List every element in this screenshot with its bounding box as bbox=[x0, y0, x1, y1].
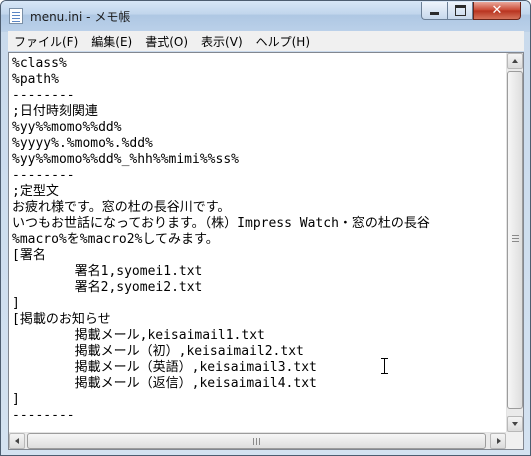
text-line: ;日付時刻関連 bbox=[12, 104, 98, 119]
horizontal-scrollbar[interactable] bbox=[9, 432, 506, 449]
arrow-right-icon bbox=[497, 438, 501, 444]
arrow-down-icon bbox=[512, 422, 518, 426]
text-editor[interactable]: %class% %path% -------- ;日付時刻関連 %yy%%momo%%d… bbox=[8, 52, 524, 450]
text-cursor-icon bbox=[381, 358, 388, 374]
arrow-up-icon bbox=[512, 59, 518, 63]
maximize-button[interactable] bbox=[447, 2, 473, 20]
menu-file[interactable]: ファイル(F) bbox=[8, 33, 85, 50]
text-line: 掲載メール（返信）,keisaimail4.txt bbox=[12, 376, 317, 391]
text-line: [掲載のお知らせ bbox=[12, 312, 111, 327]
maximize-icon bbox=[454, 5, 466, 16]
window-title: menu.ini - メモ帳 bbox=[30, 10, 131, 24]
text-line: ;定型文 bbox=[12, 184, 59, 199]
vertical-scroll-thumb[interactable] bbox=[507, 71, 523, 409]
close-button[interactable]: ✕ bbox=[473, 2, 521, 20]
menu-view[interactable]: 表示(V) bbox=[195, 33, 250, 50]
scroll-down-button[interactable] bbox=[507, 416, 523, 432]
text-line: ] bbox=[12, 392, 20, 407]
menu-edit[interactable]: 編集(E) bbox=[85, 33, 139, 50]
text-content[interactable]: %class% %path% -------- ;日付時刻関連 %yy%%momo%%d… bbox=[9, 53, 506, 432]
text-line: いつもお世話になっております。（株）Impress Watch・窓の杜の長谷 bbox=[12, 216, 430, 231]
scroll-right-button[interactable] bbox=[490, 433, 506, 449]
text-line: %macro%を%macro2%してみます。 bbox=[12, 232, 219, 247]
horizontal-scroll-thumb[interactable] bbox=[27, 433, 486, 449]
menu-help[interactable]: ヘルプ(H) bbox=[250, 33, 317, 50]
text-line: %yyyy%.%momo%.%dd% bbox=[12, 136, 153, 151]
text-line: -------- bbox=[12, 88, 75, 103]
minimize-button[interactable] bbox=[421, 2, 447, 20]
vertical-scrollbar[interactable] bbox=[506, 53, 523, 432]
text-line: ] bbox=[12, 296, 20, 311]
close-icon: ✕ bbox=[491, 3, 503, 18]
text-line: 署名2,syomei2.txt bbox=[12, 280, 203, 295]
text-line: お疲れ様です。窓の杜の長谷川です。 bbox=[12, 200, 231, 215]
text-line: 署名1,syomei1.txt bbox=[12, 264, 203, 279]
scrollbar-corner bbox=[506, 432, 523, 449]
notepad-window: menu.ini - メモ帳 ✕ ファイル(F) 編集(E) 書式(O) 表示(… bbox=[0, 0, 531, 456]
text-line: 掲載メール（初）,keisaimail2.txt bbox=[12, 344, 304, 359]
scroll-left-button[interactable] bbox=[9, 433, 25, 449]
text-line: %yy%%momo%%dd% bbox=[12, 120, 122, 135]
arrow-left-icon bbox=[15, 438, 19, 444]
menu-bar: ファイル(F) 編集(E) 書式(O) 表示(V) ヘルプ(H) bbox=[8, 31, 524, 51]
text-line: -------- bbox=[12, 168, 75, 183]
text-line: 掲載メール,keisaimail1.txt bbox=[12, 328, 265, 343]
menu-format[interactable]: 書式(O) bbox=[139, 33, 195, 50]
minimize-icon bbox=[430, 12, 439, 15]
text-line: 掲載メール（英語）,keisaimail3.txt bbox=[12, 360, 317, 375]
text-line: %yy%%momo%%dd%_%hh%%mimi%%ss% bbox=[12, 152, 239, 167]
scroll-up-button[interactable] bbox=[507, 53, 523, 69]
text-line: -------- bbox=[12, 408, 75, 423]
text-line: [署名 bbox=[12, 248, 46, 263]
text-line: %path% bbox=[12, 72, 59, 87]
title-bar[interactable]: menu.ini - メモ帳 ✕ bbox=[1, 1, 530, 31]
notepad-icon[interactable] bbox=[9, 8, 23, 24]
text-line: %class% bbox=[12, 56, 67, 71]
